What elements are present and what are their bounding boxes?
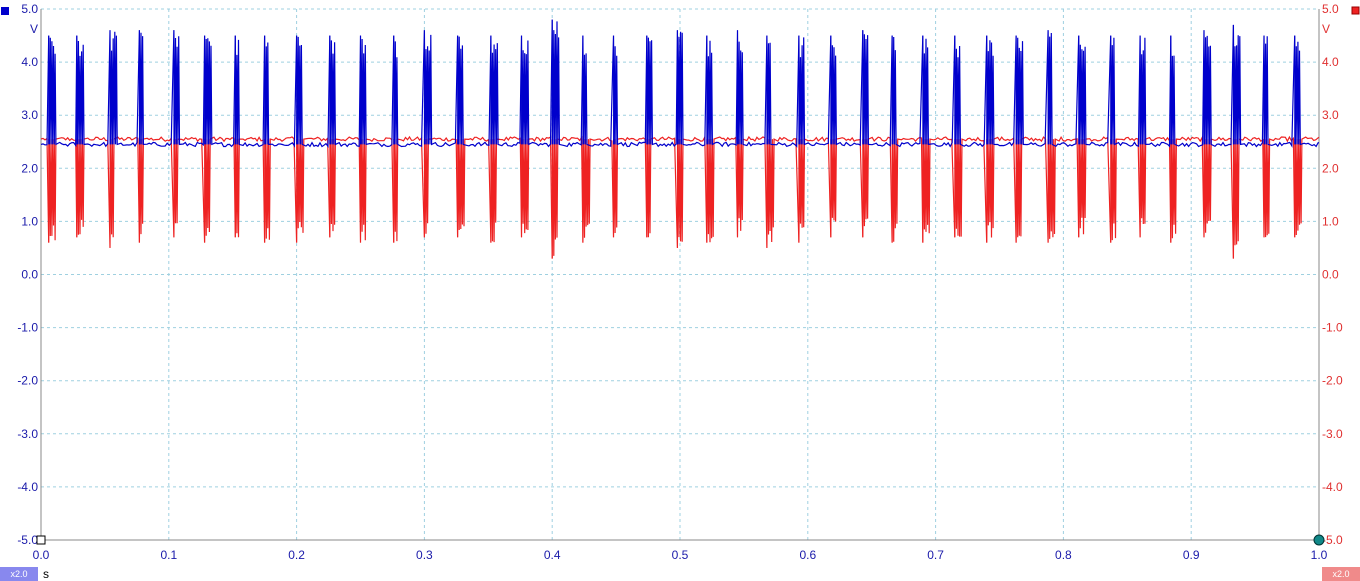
x-tick-label: 0.8 <box>1055 548 1072 562</box>
scale-badge-right[interactable]: x2.0 <box>1322 567 1360 581</box>
y-tick-label-left: -3.0 <box>17 427 38 441</box>
y-tick-label-right: 1.0 <box>1322 214 1339 228</box>
x-tick-label: 0.1 <box>160 548 177 562</box>
y-tick-label-right: -4.0 <box>1322 480 1343 494</box>
y-tick-label-left: -4.0 <box>17 480 38 494</box>
y-tick-label-left: 3.0 <box>21 108 38 122</box>
y-tick-label-left: -1.0 <box>17 321 38 335</box>
y-tick-label-right: -1.0 <box>1322 321 1343 335</box>
y-tick-label-left: 0.0 <box>21 268 38 282</box>
y-tick-label-right: -5.0 <box>1322 533 1343 547</box>
y-unit-right: V <box>1322 22 1330 36</box>
trace-channel-A <box>40 19 1320 149</box>
y-tick-label-left: 1.0 <box>21 214 38 228</box>
scale-badge-left[interactable]: x2.0 <box>0 567 38 581</box>
y-tick-label-right: 4.0 <box>1322 55 1339 69</box>
x-tick-label: 0.0 <box>33 548 50 562</box>
channel-b-marker-icon <box>1351 6 1360 15</box>
trace-path <box>40 19 1320 149</box>
x-tick-label: 0.9 <box>1183 548 1200 562</box>
scope-chart: 0.0 0.1 0.2 0.3 0.4 0.5 0.6 0.7 0.8 0.9 1.0 5.0 4.0 3… <box>1 2 1360 562</box>
x-tick-label: 0.6 <box>799 548 816 562</box>
x-tick-label: 1.0 <box>1311 548 1328 562</box>
trace-channel-B <box>40 134 1320 259</box>
trigger-marker-icon <box>36 535 46 545</box>
channel-a-marker-icon <box>1 7 9 15</box>
x-tick-label: 0.3 <box>416 548 433 562</box>
x-tick-label: 0.4 <box>544 548 561 562</box>
x-tick-label: 0.5 <box>672 548 689 562</box>
y-tick-label-right: 5.0 <box>1322 2 1339 16</box>
traces <box>40 19 1320 259</box>
x-tick-label: 0.7 <box>927 548 944 562</box>
x-tick-label: 0.2 <box>288 548 305 562</box>
y-tick-label-left: 4.0 <box>21 55 38 69</box>
y-tick-label-right: 2.0 <box>1322 161 1339 175</box>
y-tick-label-right: 3.0 <box>1322 108 1339 122</box>
x-unit-label: s <box>43 567 49 581</box>
y-tick-label-left: -5.0 <box>17 533 38 547</box>
y-tick-label-left: -2.0 <box>17 374 38 388</box>
y-tick-label-left: 5.0 <box>21 2 38 16</box>
ruler-handle-icon <box>1313 534 1325 546</box>
y-tick-label-right: -2.0 <box>1322 374 1343 388</box>
y-tick-label-left: 2.0 <box>21 161 38 175</box>
y-unit-left: V <box>30 22 38 36</box>
y-tick-label-right: -3.0 <box>1322 427 1343 441</box>
y-tick-label-right: 0.0 <box>1322 268 1339 282</box>
trace-path <box>40 134 1320 259</box>
